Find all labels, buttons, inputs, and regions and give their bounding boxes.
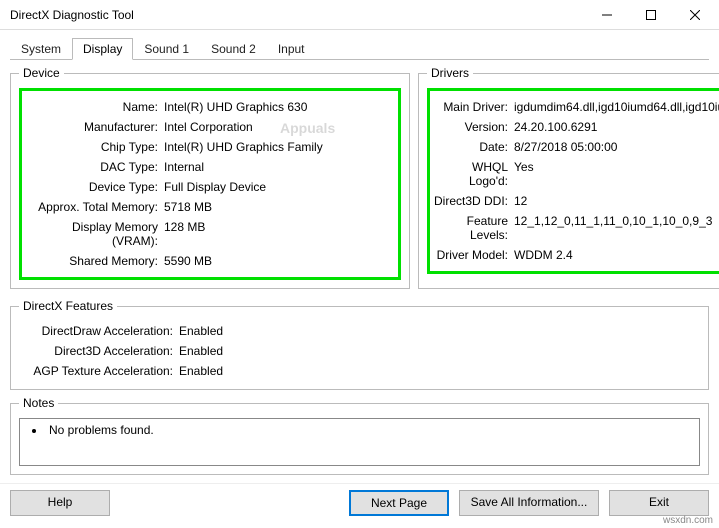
device-type-label: Device Type: [24, 180, 164, 194]
notes-legend: Notes [19, 396, 58, 410]
tab-system[interactable]: System [10, 38, 72, 60]
save-all-button[interactable]: Save All Information... [459, 490, 599, 516]
drivers-legend: Drivers [427, 66, 473, 80]
device-type-value: Full Display Device [164, 180, 396, 194]
dx-features-legend: DirectX Features [19, 299, 117, 313]
tab-sound-2[interactable]: Sound 2 [200, 38, 267, 60]
drivers-whql-label: WHQL Logo'd: [432, 160, 514, 188]
dx-d3d-label: Direct3D Acceleration: [19, 344, 179, 358]
device-name-label: Name: [24, 100, 164, 114]
drivers-ddi-label: Direct3D DDI: [432, 194, 514, 208]
tab-sound-1[interactable]: Sound 1 [133, 38, 200, 60]
device-chip-label: Chip Type: [24, 140, 164, 154]
drivers-model-value: WDDM 2.4 [514, 248, 719, 262]
next-page-button[interactable]: Next Page [349, 490, 449, 516]
device-dac-value: Internal [164, 160, 396, 174]
window-title: DirectX Diagnostic Tool [10, 8, 585, 22]
device-highlight: Name:Intel(R) UHD Graphics 630 Manufactu… [19, 88, 401, 280]
minimize-button[interactable] [585, 1, 629, 29]
notes-group: Notes No problems found. [10, 396, 709, 475]
dx-features-group: DirectX Features DirectDraw Acceleration… [10, 299, 709, 390]
drivers-ddi-value: 12 [514, 194, 719, 208]
exit-button[interactable]: Exit [609, 490, 709, 516]
drivers-ver-label: Version: [432, 120, 514, 134]
device-vram-value: 128 MB [164, 220, 396, 248]
dx-dd-value: Enabled [179, 324, 700, 338]
notes-item: No problems found. [32, 423, 693, 437]
drivers-highlight: Main Driver:igdumdim64.dll,igd10iumd64.d… [427, 88, 719, 274]
tab-input[interactable]: Input [267, 38, 316, 60]
button-bar: Help Next Page Save All Information... E… [0, 483, 719, 522]
drivers-main-label: Main Driver: [432, 100, 514, 114]
device-total-value: 5718 MB [164, 200, 396, 214]
device-mfr-label: Manufacturer: [24, 120, 164, 134]
drivers-feat-value: 12_1,12_0,11_1,11_0,10_1,10_0,9_3 [514, 214, 719, 242]
device-shared-value: 5590 MB [164, 254, 396, 268]
device-total-label: Approx. Total Memory: [24, 200, 164, 214]
footer-watermark: wsxdn.com [663, 515, 713, 526]
drivers-main-value: igdumdim64.dll,igd10iumd64.dll,igd10iu [514, 100, 719, 114]
device-chip-value: Intel(R) UHD Graphics Family [164, 140, 396, 154]
device-vram-label: Display Memory (VRAM): [24, 220, 164, 248]
drivers-date-label: Date: [432, 140, 514, 154]
drivers-model-label: Driver Model: [432, 248, 514, 262]
watermark: Appuals [280, 120, 335, 136]
device-shared-label: Shared Memory: [24, 254, 164, 268]
device-group: Device Name:Intel(R) UHD Graphics 630 Ma… [10, 66, 410, 289]
dx-agp-value: Enabled [179, 364, 700, 378]
help-button[interactable]: Help [10, 490, 110, 516]
dx-dd-label: DirectDraw Acceleration: [19, 324, 179, 338]
drivers-ver-value: 24.20.100.6291 [514, 120, 719, 134]
drivers-whql-value: Yes [514, 160, 719, 188]
dx-agp-label: AGP Texture Acceleration: [19, 364, 179, 378]
drivers-date-value: 8/27/2018 05:00:00 [514, 140, 719, 154]
tabs: System Display Sound 1 Sound 2 Input [10, 38, 709, 60]
device-legend: Device [19, 66, 64, 80]
maximize-button[interactable] [629, 1, 673, 29]
drivers-group: Drivers Main Driver:igdumdim64.dll,igd10… [418, 66, 719, 289]
device-dac-label: DAC Type: [24, 160, 164, 174]
notes-textarea[interactable]: No problems found. [19, 418, 700, 466]
drivers-feat-label: Feature Levels: [432, 214, 514, 242]
dx-d3d-value: Enabled [179, 344, 700, 358]
title-bar: DirectX Diagnostic Tool [0, 0, 719, 30]
device-name-value: Intel(R) UHD Graphics 630 [164, 100, 396, 114]
close-button[interactable] [673, 1, 717, 29]
tab-display[interactable]: Display [72, 38, 133, 60]
